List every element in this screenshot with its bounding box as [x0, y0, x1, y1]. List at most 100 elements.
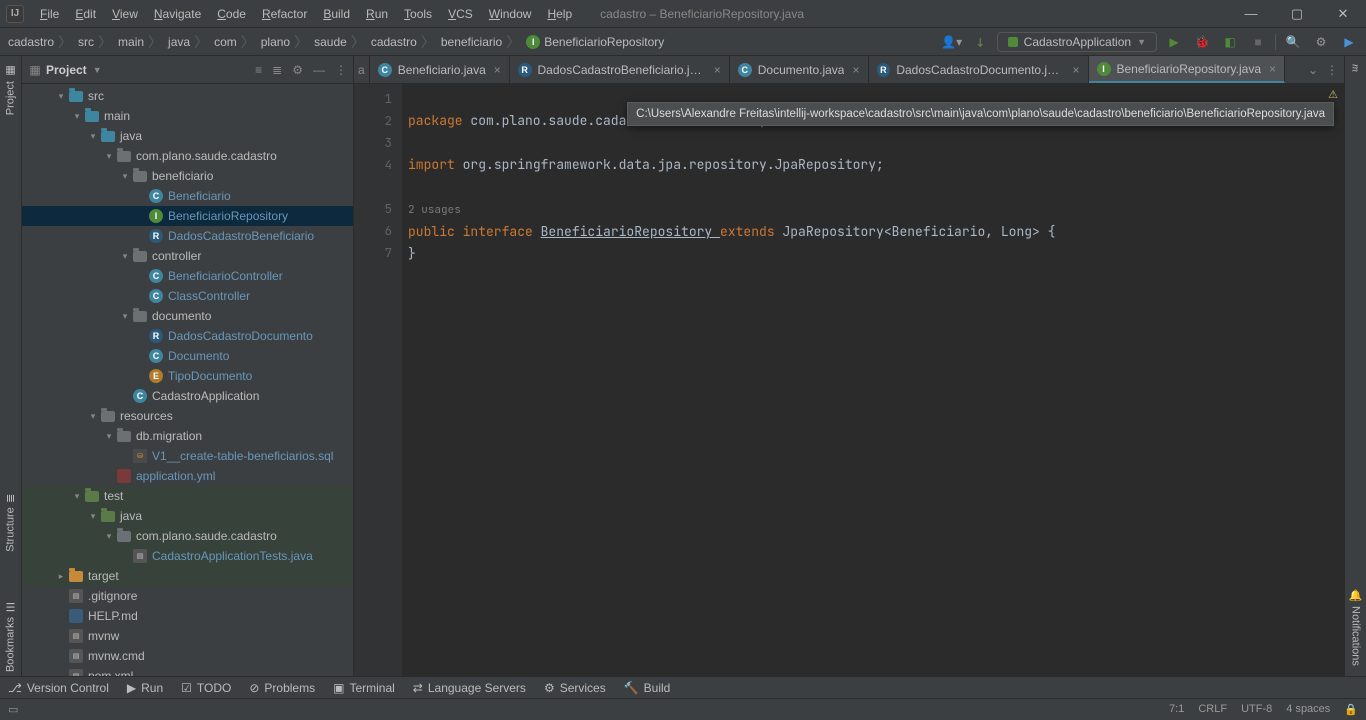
- stop-button[interactable]: ■: [1247, 31, 1269, 53]
- menu-item-vcs[interactable]: VCS: [440, 7, 481, 21]
- close-tab-icon[interactable]: ×: [852, 63, 859, 77]
- breadcrumb-beneficiariorepository[interactable]: IBeneficiarioRepository: [524, 35, 666, 49]
- left-tab-bookmarks[interactable]: Bookmarks ☰: [4, 596, 17, 676]
- tree-node-cadastroapplication[interactable]: CCadastroApplication: [22, 386, 353, 406]
- tree-node-db-migration[interactable]: db.migration: [22, 426, 353, 446]
- status-caret-pos[interactable]: 7:1: [1169, 703, 1184, 716]
- tree-node-dadoscadastrodocumento[interactable]: RDadosCadastroDocumento: [22, 326, 353, 346]
- status-encoding[interactable]: UTF-8: [1241, 703, 1272, 716]
- menu-item-refactor[interactable]: Refactor: [254, 7, 315, 21]
- status-messages-icon[interactable]: ▭: [8, 703, 18, 716]
- tree-node-mvnw[interactable]: ▤mvnw: [22, 626, 353, 646]
- bottom-tab-terminal[interactable]: ▣Terminal: [333, 681, 395, 695]
- tabs-dropdown-icon[interactable]: ⌄: [1308, 63, 1318, 77]
- tree-node-test[interactable]: test: [22, 486, 353, 506]
- tree-node-resources[interactable]: resources: [22, 406, 353, 426]
- run-button[interactable]: ▶: [1163, 31, 1185, 53]
- tree-node-application-yml[interactable]: application.yml: [22, 466, 353, 486]
- select-opened-file-icon[interactable]: ≡: [255, 63, 262, 77]
- breadcrumb-saude[interactable]: saude〉: [312, 32, 367, 52]
- tree-node-src[interactable]: src: [22, 86, 353, 106]
- close-tab-icon[interactable]: ×: [1269, 62, 1276, 76]
- code-editor[interactable]: package com.plano.saude.cadastro.benefic…: [402, 84, 1344, 676]
- bottom-tab-problems[interactable]: ⊘Problems: [249, 681, 315, 695]
- tree-node-dadoscadastrobeneficiario[interactable]: RDadosCadastroBeneficiario: [22, 226, 353, 246]
- hide-pane-icon[interactable]: —: [313, 63, 325, 77]
- vcs-update-icon[interactable]: ↙: [969, 31, 991, 53]
- tree-node-documento[interactable]: CDocumento: [22, 346, 353, 366]
- debug-button[interactable]: 🐞: [1191, 31, 1213, 53]
- search-everywhere-icon[interactable]: 🔍: [1282, 31, 1304, 53]
- tree-node-com-plano-saude-cadastro[interactable]: com.plano.saude.cadastro: [22, 526, 353, 546]
- status-indent[interactable]: 4 spaces: [1286, 703, 1330, 716]
- menu-item-view[interactable]: View: [104, 7, 146, 21]
- editor-tab-documento-java[interactable]: CDocumento.java×: [730, 56, 869, 83]
- tree-node--gitignore[interactable]: ▤.gitignore: [22, 586, 353, 606]
- editor-tab-beneficiariorepository-java[interactable]: IBeneficiarioRepository.java×: [1089, 56, 1286, 83]
- bottom-tab-build[interactable]: 🔨Build: [624, 681, 671, 695]
- tree-node-main[interactable]: main: [22, 106, 353, 126]
- tree-node-cadastroapplicationtests-java[interactable]: ▤CadastroApplicationTests.java: [22, 546, 353, 566]
- right-tab-maven[interactable]: m: [1350, 60, 1362, 76]
- breadcrumb-java[interactable]: java〉: [166, 32, 210, 52]
- tree-node-beneficiariorepository[interactable]: IBeneficiarioRepository: [22, 206, 353, 226]
- left-tab-structure[interactable]: Structure ≣: [4, 490, 17, 556]
- menu-item-tools[interactable]: Tools: [396, 7, 440, 21]
- breadcrumb-plano[interactable]: plano〉: [259, 32, 310, 52]
- settings-icon[interactable]: ⚙: [1310, 31, 1332, 53]
- tree-node-classcontroller[interactable]: CClassController: [22, 286, 353, 306]
- status-line-sep[interactable]: CRLF: [1198, 703, 1227, 716]
- pane-options-icon[interactable]: ⋮: [335, 63, 347, 77]
- pane-settings-icon[interactable]: ⚙: [292, 63, 303, 77]
- minimize-button[interactable]: —: [1228, 0, 1274, 28]
- menu-item-window[interactable]: Window: [481, 7, 540, 21]
- breadcrumb-cadastro[interactable]: cadastro〉: [6, 32, 74, 52]
- left-tab-project[interactable]: Project ▦: [4, 60, 17, 119]
- tree-node-v1-create-table-beneficiarios-sql[interactable]: ⛁V1__create-table-beneficiarios.sql: [22, 446, 353, 466]
- tree-node-documento[interactable]: documento: [22, 306, 353, 326]
- coverage-button[interactable]: ◧: [1219, 31, 1241, 53]
- run-config-selector[interactable]: CadastroApplication ▼: [997, 32, 1157, 52]
- vcs-user-icon[interactable]: 👤▾: [941, 31, 963, 53]
- breadcrumb-main[interactable]: main〉: [116, 32, 164, 52]
- tree-node-help-md[interactable]: HELP.md: [22, 606, 353, 626]
- bottom-tab-version-control[interactable]: ⎇Version Control: [8, 681, 109, 695]
- tree-node-com-plano-saude-cadastro[interactable]: com.plano.saude.cadastro: [22, 146, 353, 166]
- tree-node-beneficiariocontroller[interactable]: CBeneficiarioController: [22, 266, 353, 286]
- menu-item-help[interactable]: Help: [539, 7, 580, 21]
- tree-node-tipodocumento[interactable]: ETipoDocumento: [22, 366, 353, 386]
- breadcrumb-src[interactable]: src〉: [76, 32, 114, 52]
- tree-node-target[interactable]: target: [22, 566, 353, 586]
- tabs-more-icon[interactable]: ⋮: [1326, 63, 1338, 77]
- tree-node-beneficiario[interactable]: CBeneficiario: [22, 186, 353, 206]
- tree-node-pom-xml[interactable]: ▤pom.xml: [22, 666, 353, 676]
- breadcrumb-com[interactable]: com〉: [212, 32, 257, 52]
- tree-node-java[interactable]: java: [22, 506, 353, 526]
- project-tree[interactable]: srcmainjavacom.plano.saude.cadastrobenef…: [22, 84, 353, 676]
- tabs-scroll-left[interactable]: a: [354, 56, 370, 83]
- menu-item-build[interactable]: Build: [315, 7, 358, 21]
- menu-item-run[interactable]: Run: [358, 7, 396, 21]
- close-tab-icon[interactable]: ×: [714, 63, 721, 77]
- tree-node-controller[interactable]: controller: [22, 246, 353, 266]
- editor-tab-dadoscadastrodocumento-java[interactable]: RDadosCadastroDocumento.java×: [869, 56, 1089, 83]
- run-anything-icon[interactable]: ▶: [1338, 31, 1360, 53]
- close-button[interactable]: ✕: [1320, 0, 1366, 28]
- project-view-dropdown-icon[interactable]: ▼: [93, 65, 102, 75]
- bottom-tab-language-servers[interactable]: ⇄Language Servers: [413, 681, 526, 695]
- bottom-tab-services[interactable]: ⚙Services: [544, 681, 606, 695]
- maximize-button[interactable]: ▢: [1274, 0, 1320, 28]
- inlay-hint-usages[interactable]: 2 usages: [408, 203, 461, 217]
- right-tab-notifications[interactable]: 🔔Notifications: [1349, 589, 1362, 666]
- bottom-tab-run[interactable]: ▶Run: [127, 681, 163, 695]
- tree-node-mvnw-cmd[interactable]: ▤mvnw.cmd: [22, 646, 353, 666]
- bottom-tab-todo[interactable]: ☑TODO: [181, 681, 231, 695]
- inspection-widget[interactable]: ⚠: [1328, 88, 1338, 101]
- close-tab-icon[interactable]: ×: [494, 63, 501, 77]
- editor-tab-dadoscadastrobeneficiario-java[interactable]: RDadosCadastroBeneficiario.java×: [510, 56, 730, 83]
- tree-node-java[interactable]: java: [22, 126, 353, 146]
- menu-item-edit[interactable]: Edit: [67, 7, 104, 21]
- editor-tab-beneficiario-java[interactable]: CBeneficiario.java×: [370, 56, 510, 83]
- status-readonly-icon[interactable]: 🔒: [1344, 703, 1358, 716]
- menu-item-file[interactable]: File: [32, 7, 67, 21]
